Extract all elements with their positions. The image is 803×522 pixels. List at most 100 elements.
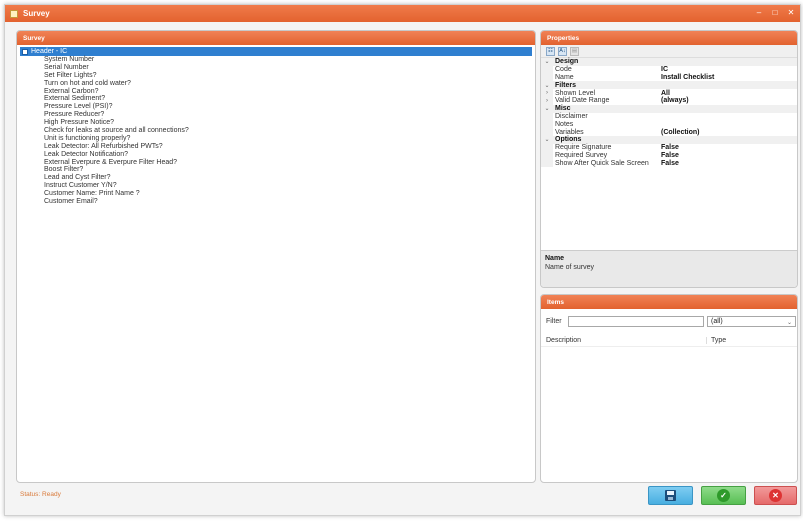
collapse-chevron-icon[interactable]: ⌄ — [541, 104, 553, 113]
checkmark-icon: ✓ — [717, 489, 730, 502]
property-category[interactable]: ⌄ Filters — [541, 81, 797, 90]
property-row[interactable]: Show After Quick Sale Screen False — [541, 159, 797, 168]
survey-question-item[interactable]: Instruct Customer Y/N? — [20, 182, 532, 190]
property-value[interactable]: (always) — [661, 97, 797, 104]
property-row[interactable]: Notes — [541, 120, 797, 129]
filter-type-value: (all) — [711, 317, 723, 325]
survey-question-item[interactable]: System Number — [20, 56, 532, 64]
expand-chevron-icon — [541, 151, 553, 160]
property-value[interactable]: IC — [661, 66, 797, 73]
minimize-icon[interactable]: ‒ — [754, 8, 764, 17]
property-row[interactable]: Code IC — [541, 65, 797, 74]
tree-items: System Number Serial Number Set Filter Lig… — [20, 56, 532, 206]
property-name: Options — [555, 136, 582, 144]
property-name: Disclaimer — [555, 112, 588, 120]
survey-question-item[interactable]: Check for leaks at source and all connec… — [20, 127, 532, 135]
filter-type-select[interactable]: (all) ⌄ — [707, 315, 796, 328]
chevron-down-icon[interactable]: ⌄ — [787, 318, 792, 328]
property-name: Variables — [555, 128, 584, 136]
save-button[interactable] — [648, 486, 693, 505]
app-icon — [10, 9, 18, 18]
property-value[interactable]: (Collection) — [661, 129, 797, 136]
survey-question-item[interactable]: High Pressure Notice? — [20, 119, 532, 127]
survey-question-item[interactable]: Leak Detector Notification? — [20, 151, 532, 159]
survey-question-item[interactable]: Unit is functioning properly? — [20, 135, 532, 143]
status-text: Status: Ready — [20, 491, 61, 498]
property-row[interactable]: › Shown Level All — [541, 89, 797, 97]
property-row[interactable]: › Valid Date Range (always) — [541, 96, 797, 105]
survey-question-item[interactable]: Turn on hot and cold water? — [20, 80, 532, 88]
survey-question-item[interactable]: External Sediment? — [20, 95, 532, 103]
property-grid[interactable]: ⌄ Design Code IC Name Install Checklist ⌄ Filte… — [541, 58, 797, 168]
collapse-chevron-icon[interactable]: ⌄ — [541, 81, 553, 90]
categorized-icon[interactable]: ☷ — [546, 46, 555, 56]
survey-question-item[interactable]: External Everpure & Everpure Filter Head… — [20, 159, 532, 167]
survey-question-item[interactable]: Pressure Level (PSI)? — [20, 103, 532, 111]
property-value[interactable]: False — [661, 144, 797, 151]
property-name: Notes — [555, 120, 574, 128]
survey-panel: Survey Header - IC System Number Serial N… — [16, 30, 536, 483]
property-name: Name — [555, 73, 574, 81]
survey-question-item[interactable]: Set Filter Lights? — [20, 72, 532, 80]
property-value[interactable]: False — [661, 160, 797, 167]
properties-panel: Properties ☷ A↓ ▤ ⌄ Design Code IC Name Insta… — [540, 30, 798, 288]
survey-question-item[interactable]: External Carbon? — [20, 88, 532, 96]
column-header-description[interactable]: Description — [546, 337, 706, 344]
property-name: Valid Date Range — [555, 97, 610, 105]
survey-question-item[interactable]: Serial Number — [20, 64, 532, 72]
filter-input[interactable] — [568, 315, 704, 327]
property-row[interactable]: Name Install Checklist — [541, 73, 797, 82]
property-name: Require Signature — [555, 144, 612, 152]
filter-row: Filter (all) ⌄ — [541, 313, 797, 329]
items-panel-title: Items — [541, 295, 797, 309]
maximize-icon[interactable]: □ — [770, 8, 780, 17]
property-row[interactable]: Variables (Collection) — [541, 128, 797, 136]
survey-question-item[interactable]: Customer Email? — [20, 198, 532, 206]
ok-button[interactable]: ✓ — [701, 486, 746, 505]
close-icon[interactable]: ✕ — [786, 8, 796, 17]
collapse-icon[interactable] — [22, 48, 28, 55]
window-title: Survey — [23, 9, 50, 18]
title-bar: Survey ‒ □ ✕ — [5, 5, 800, 22]
property-row[interactable]: Disclaimer — [541, 112, 797, 121]
expand-chevron-icon[interactable]: › — [541, 89, 553, 97]
window-controls: ‒ □ ✕ — [754, 8, 796, 17]
property-name: Filters — [555, 81, 577, 89]
property-value[interactable]: All — [661, 90, 797, 97]
survey-question-item[interactable]: Lead and Cyst Filter? — [20, 174, 532, 182]
expand-chevron-icon[interactable]: › — [541, 96, 553, 105]
survey-question-item[interactable]: Leak Detector: All Refurbished PWTs? — [20, 143, 532, 151]
property-value[interactable]: False — [661, 152, 797, 159]
expand-chevron-icon — [541, 112, 553, 121]
property-category[interactable]: ⌄ Design — [541, 58, 797, 66]
survey-question-item[interactable]: Boost Filter? — [20, 166, 532, 174]
collapse-chevron-icon[interactable]: ⌄ — [541, 135, 553, 144]
property-name: Code — [555, 66, 572, 74]
expand-chevron-icon — [541, 73, 553, 82]
description-title: Name — [545, 255, 565, 262]
property-name: Required Survey — [555, 151, 608, 159]
items-list-header: Description Type — [541, 335, 797, 347]
property-name: Design — [555, 58, 579, 66]
collapse-chevron-icon[interactable]: ⌄ — [541, 58, 553, 66]
expand-chevron-icon — [541, 120, 553, 129]
survey-panel-title: Survey — [17, 31, 535, 45]
survey-question-item[interactable]: Pressure Reducer? — [20, 111, 532, 119]
survey-question-item[interactable]: Customer Name: Print Name ? — [20, 190, 532, 198]
property-row[interactable]: Required Survey False — [541, 151, 797, 160]
floppy-disk-icon — [665, 490, 676, 501]
properties-toolbar: ☷ A↓ ▤ — [541, 45, 797, 58]
survey-tree[interactable]: Header - IC System Number Serial Number Se… — [17, 45, 535, 208]
property-name: Shown Level — [555, 89, 596, 97]
property-value[interactable]: Install Checklist — [661, 74, 797, 81]
property-category[interactable]: ⌄ Options — [541, 135, 797, 144]
sort-alphabetical-icon[interactable]: A↓ — [558, 46, 567, 56]
property-description: Name Name of survey — [541, 250, 797, 287]
property-category[interactable]: ⌄ Misc — [541, 104, 797, 113]
column-header-type[interactable]: Type — [706, 337, 726, 344]
property-row[interactable]: Require Signature False — [541, 143, 797, 152]
property-pages-icon: ▤ — [570, 46, 579, 56]
expand-chevron-icon — [541, 159, 553, 168]
cancel-button[interactable]: ✕ — [754, 486, 797, 505]
tree-header-item[interactable]: Header - IC — [20, 47, 532, 56]
